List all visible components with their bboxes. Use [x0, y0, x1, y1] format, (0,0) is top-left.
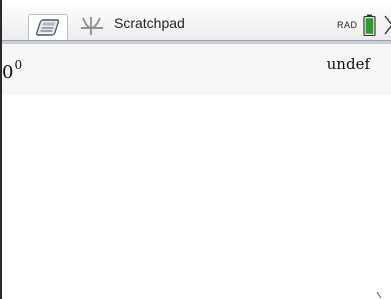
chevron-right-icon [384, 15, 391, 35]
expression-base: 0 [2, 62, 14, 83]
menu-arrow[interactable] [383, 13, 391, 37]
tab-bar: Scratchpad RAD [2, 0, 391, 44]
calculator-icon [35, 19, 60, 36]
graph-icon [81, 17, 103, 35]
tab-graph[interactable] [78, 14, 106, 38]
resize-handle [376, 291, 382, 299]
result-value: undef [326, 55, 370, 73]
expression: 00 [2, 58, 22, 83]
battery-icon [363, 14, 376, 37]
history-entry[interactable]: 00 undef [2, 44, 391, 95]
entry-area[interactable] [2, 95, 391, 299]
expression-exponent: 0 [14, 58, 23, 72]
battery-indicator [363, 14, 376, 37]
tab-calculator[interactable] [28, 14, 68, 40]
app-title: Scratchpad [114, 15, 185, 31]
angle-mode-indicator: RAD [337, 20, 358, 30]
